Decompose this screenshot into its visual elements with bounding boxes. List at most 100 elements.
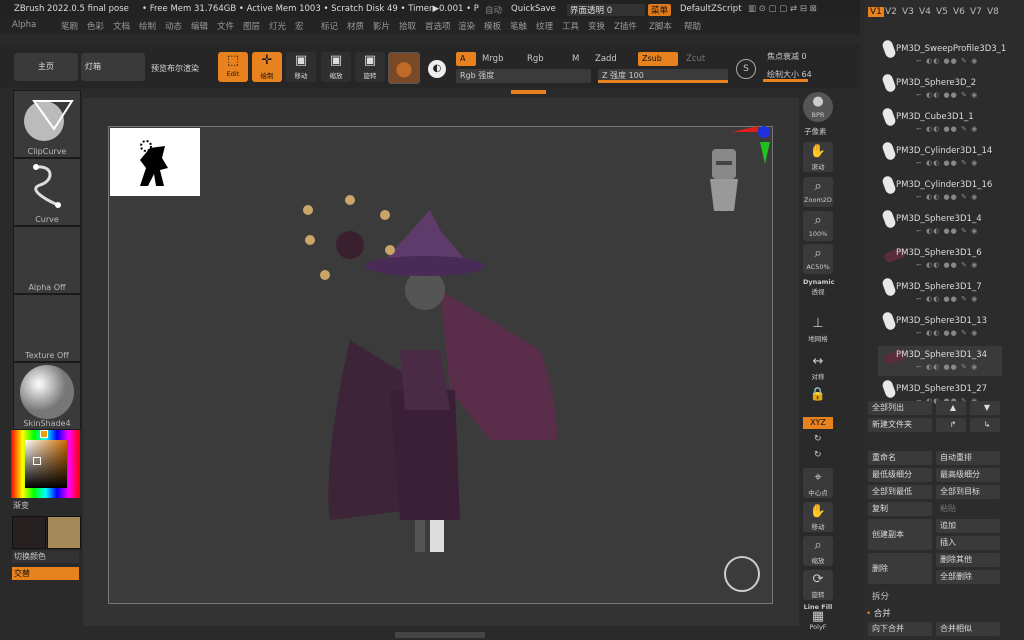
subtool-item[interactable]: PM3D_SweepProfile3D3_1 ⌐ ◐◐ ●● ✎ ◉ [878,38,1006,70]
menu-item[interactable]: 变换 [588,20,605,32]
floor-grid-button[interactable]: ⊥ 地网格 [803,314,833,344]
subtool-visibility-icon[interactable]: ⌐ ◐◐ ●● ✎ ◉ [916,159,978,167]
arrow-down-right-icon[interactable]: ↳ [970,418,1000,432]
preview-boolean-button[interactable]: 预览布尔渲染 [151,63,199,74]
menu-item[interactable]: 笔触 [510,20,527,32]
zadd-button[interactable]: Zadd [595,54,617,64]
perspective-button[interactable]: Dynamic 透视 [803,278,835,308]
menu-item[interactable]: 材质 [347,20,364,32]
material-swatch[interactable]: ● [388,52,420,84]
merge-down-button[interactable]: 向下合并 [868,622,932,636]
rotate-axis-icon[interactable]: ↻ [814,434,822,444]
switch-color-button[interactable]: 切换颜色 [12,551,79,563]
draw-size-slider[interactable]: 绘制大小 64 [763,68,833,82]
menu-item[interactable]: 动态 [165,20,182,32]
lightbox-button[interactable]: 灯箱 [81,53,145,81]
gradient-label[interactable]: 渐变 [13,500,29,511]
half-size-button[interactable]: ⌕ AC50% [803,244,833,274]
lowest-res-button[interactable]: 最低级细分 [868,468,932,482]
version-tab[interactable]: V3 [902,7,914,17]
subtool-visibility-icon[interactable]: ⌐ ◐◐ ●● ✎ ◉ [916,363,978,371]
new-folder-button[interactable]: 新建文件夹 [868,418,932,432]
m-button[interactable]: M [572,54,579,64]
auto-reorder-button[interactable]: 自动重排 [936,451,1000,465]
move-up-icon[interactable]: ▲ [936,401,966,415]
alpha-thumb[interactable]: Alpha Off [13,226,81,294]
version-tab[interactable]: V7 [970,7,982,17]
version-tab[interactable]: V8 [987,7,999,17]
subtool-visibility-icon[interactable]: ⌐ ◐◐ ●● ✎ ◉ [916,193,978,201]
subtool-item[interactable]: PM3D_Sphere3D1_13 ⌐ ◐◐ ●● ✎ ◉ [878,310,1002,342]
delete-other-button[interactable]: 删除其他 [936,553,1000,567]
zoom-view-button[interactable]: ⌕ 缩放 [803,536,833,566]
menu-item[interactable]: 纹理 [536,20,553,32]
default-zscript-button[interactable]: DefaultZScript [680,4,742,14]
append-button[interactable]: 追加 [936,519,1000,533]
menu-item[interactable]: 图层 [243,20,260,32]
rotate-button[interactable]: ▣ 旋转 [355,52,385,82]
paste-button[interactable]: 粘贴 [936,502,1000,516]
menu-item[interactable]: 工具 [562,20,579,32]
menu-item[interactable]: 笔刷 [61,20,78,32]
subtool-visibility-icon[interactable]: ⌐ ◐◐ ●● ✎ ◉ [916,227,978,235]
symmetry-button[interactable]: ↔ 对称 [803,352,833,382]
window-controls[interactable]: ▥ ⊙ ▢ ▢ ⇄ ⊟ ⊠ [748,4,817,14]
rotate-view-button[interactable]: ⟳ 旋转 [803,570,833,600]
edit-button[interactable]: ⬚ Edit [218,52,248,82]
version-tab[interactable]: V5 [936,7,948,17]
toolbar-scroll-indicator[interactable] [511,90,546,94]
mrgb-button[interactable]: Mrgb [482,54,503,64]
merge-section[interactable]: • 合并 [866,607,891,619]
character-model[interactable] [290,190,580,570]
subtool-visibility-icon[interactable]: ⌐ ◐◐ ●● ✎ ◉ [916,125,978,133]
home-button[interactable]: 主页 [14,53,78,81]
subtool-visibility-icon[interactable]: ⌐ ◐◐ ●● ✎ ◉ [916,261,978,269]
subtool-item[interactable]: PM3D_Cylinder3D1_16 ⌐ ◐◐ ●● ✎ ◉ [878,174,1002,206]
texture-swatch-icon[interactable]: ◐ [428,60,446,78]
subtool-item[interactable]: PM3D_Sphere3D1_34 ⌐ ◐◐ ●● ✎ ◉ [878,346,1002,376]
arrow-right-icon[interactable]: ↱ [936,418,966,432]
menu-button[interactable]: 菜单 [648,4,672,16]
split-section[interactable]: 拆分 [872,590,889,602]
subtool-visibility-icon[interactable]: ⌐ ◐◐ ●● ✎ ◉ [916,91,978,99]
focal-shift-slider[interactable]: 焦点衰减 0 [763,50,833,64]
create-copy-button[interactable]: 创建副本 [868,519,932,550]
rgb-intensity-slider[interactable]: Rgb 强度 [456,69,591,83]
menu-item[interactable]: 绘制 [139,20,156,32]
quicksave-button[interactable]: QuickSave [511,4,556,14]
clipcurve-brush-thumb[interactable]: ClipCurve [13,90,81,158]
version-tab[interactable]: V1 [868,7,884,17]
subtool-visibility-icon[interactable]: ⌐ ◐◐ ●● ✎ ◉ [916,329,978,337]
menu-item[interactable]: 文件 [217,20,234,32]
move-button[interactable]: ▣ 移动 [286,52,316,82]
subtool-item[interactable]: PM3D_Sphere3D_2 ⌐ ◐◐ ●● ✎ ◉ [878,72,1002,104]
version-tab[interactable]: V4 [919,7,931,17]
scale-button[interactable]: ▣ 缩放 [321,52,351,82]
delete-button[interactable]: 删除 [868,553,932,584]
xyz-button[interactable]: XYZ [803,417,833,429]
a-button[interactable]: A [456,52,476,66]
merge-similar-button[interactable]: 合并相似 [936,622,1000,636]
version-tab[interactable]: V6 [953,7,965,17]
primary-color-swatch[interactable] [12,516,46,549]
menu-item[interactable]: Z脚本 [649,20,672,32]
navigation-orb[interactable] [724,556,760,592]
stroke-s-icon[interactable]: S [736,59,756,79]
color-picker[interactable] [11,430,80,498]
menu-item[interactable]: 灯光 [269,20,286,32]
zsub-button[interactable]: Zsub [638,52,678,66]
draw-button[interactable]: ✛ 绘制 [252,52,282,82]
zoom2d-button[interactable]: ⌕ Zoom2D [803,177,833,207]
highest-res-button[interactable]: 最高级细分 [936,468,1000,482]
all-low-button[interactable]: 全部到最低 [868,485,932,499]
zcut-button[interactable]: Zcut [686,54,705,64]
bpr-button[interactable]: ● BPR [803,92,833,122]
menu-item[interactable]: 文档 [113,20,130,32]
list-all-button[interactable]: 全部列出 [868,401,932,415]
lock-button[interactable]: 🔒 [803,385,833,415]
rename-button[interactable]: 重命名 [868,451,932,465]
menu-item[interactable]: Alpha [12,20,36,30]
all-high-button[interactable]: 全部到目标 [936,485,1000,499]
subtool-visibility-icon[interactable]: ⌐ ◐◐ ●● ✎ ◉ [916,295,978,303]
subtool-item[interactable]: PM3D_Sphere3D1_6 ⌐ ◐◐ ●● ✎ ◉ [878,244,1002,274]
